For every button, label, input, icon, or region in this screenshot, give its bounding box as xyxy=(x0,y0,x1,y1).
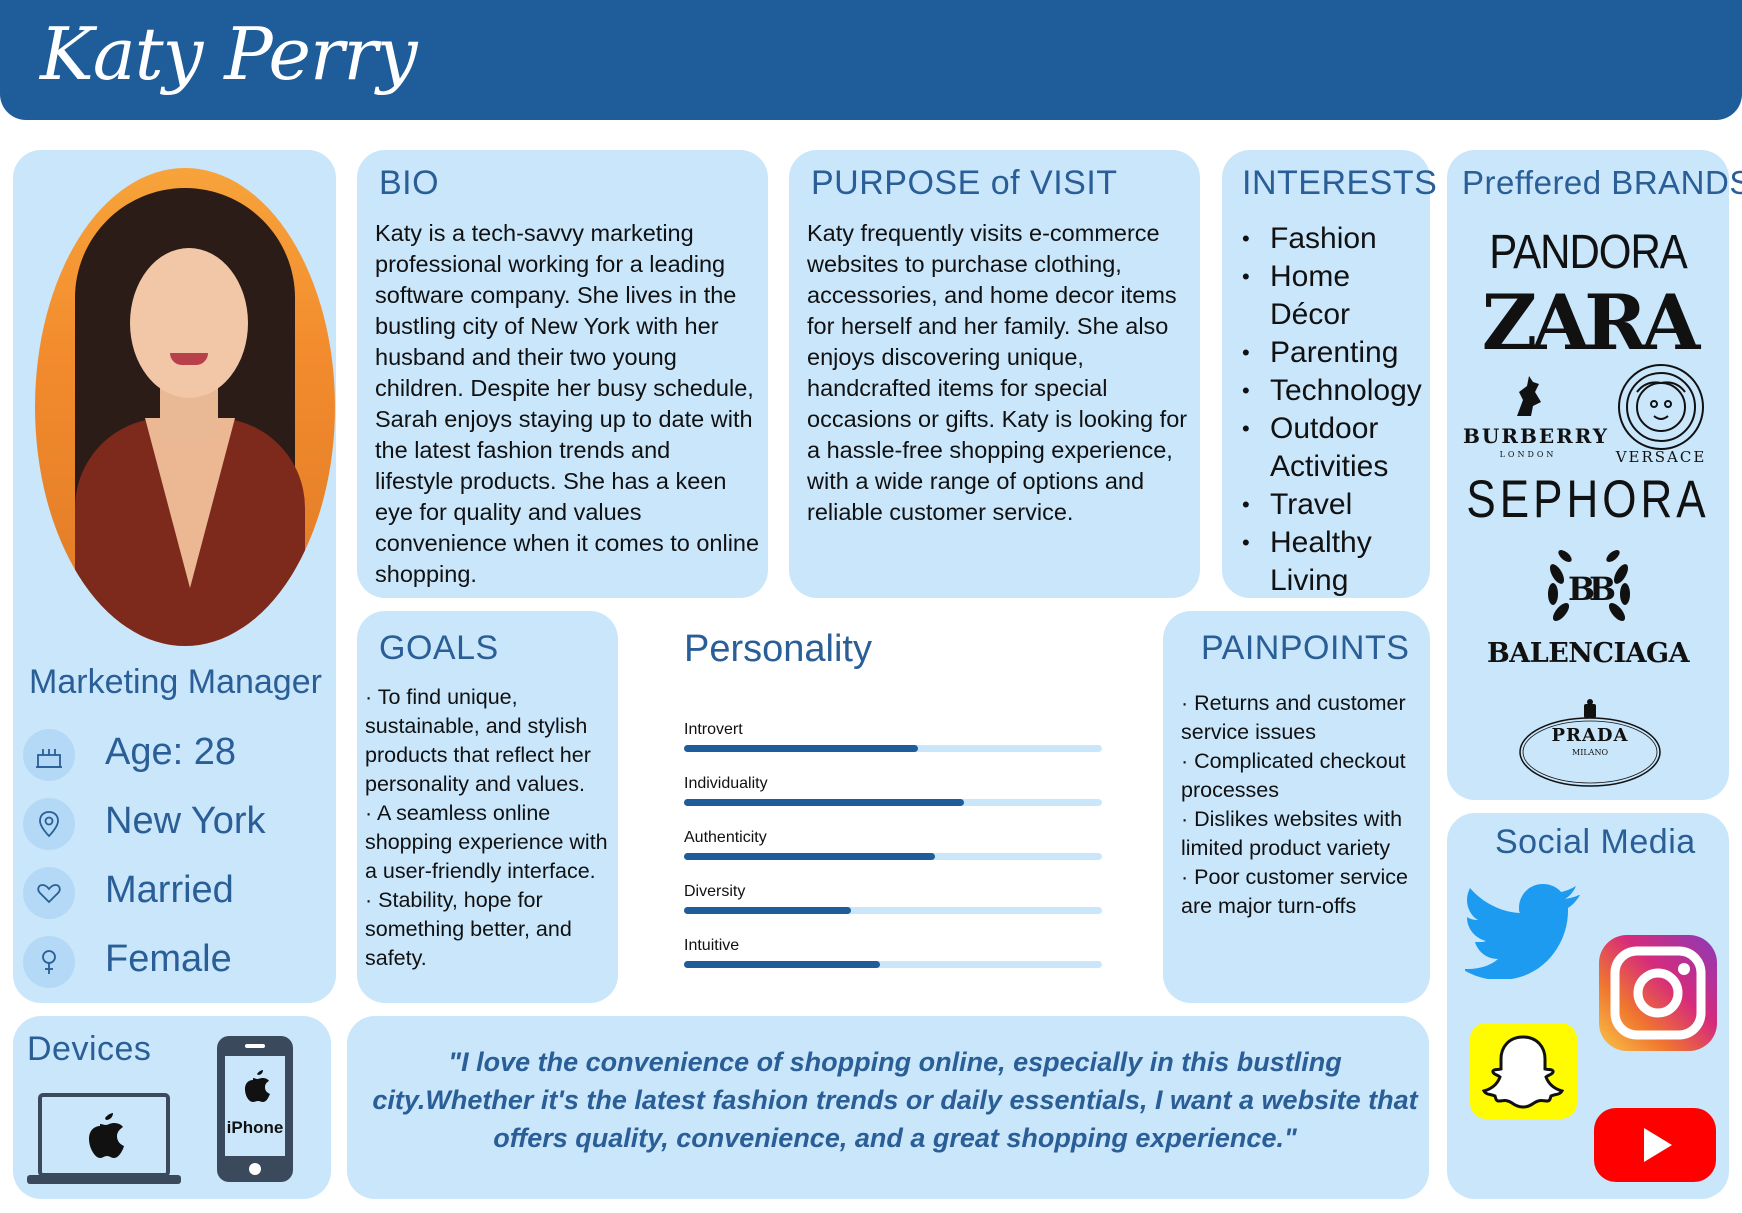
painpoints-title: PAINPOINTS xyxy=(1201,629,1410,667)
persona-role: Marketing Manager xyxy=(29,663,322,701)
personality-title: Personality xyxy=(684,628,872,670)
burberry-london: LONDON xyxy=(1499,450,1557,459)
interest-item: Technology xyxy=(1240,372,1430,410)
social-card: Social Media xyxy=(1447,813,1729,1199)
persona-name: Katy Perry xyxy=(40,12,418,96)
goals-card: GOALS · To find unique, sustainable, and … xyxy=(357,611,618,1003)
header-banner: Katy Perry xyxy=(0,0,1742,120)
trait-track xyxy=(684,799,1102,806)
interest-item: Healthy Living xyxy=(1240,524,1400,600)
trait-label: Diversity xyxy=(684,883,746,900)
youtube-icon[interactable] xyxy=(1594,1108,1716,1182)
snapchat-icon[interactable] xyxy=(1470,1023,1577,1119)
brands-card: Preffered BRANDS PANDORA ZARA BURBERRY L… xyxy=(1447,150,1742,800)
interest-item: Outdoor Activities xyxy=(1240,410,1420,486)
devices-title: Devices xyxy=(27,1030,152,1068)
personality-trait: Diversity xyxy=(684,883,1102,914)
instagram-icon[interactable] xyxy=(1599,935,1717,1051)
age-text: Age: 28 xyxy=(105,731,236,773)
trait-label: Introvert xyxy=(684,721,743,738)
interests-card: INTERESTS Fashion Home Décor Parenting T… xyxy=(1222,150,1437,600)
brands-title: Preffered BRANDS xyxy=(1462,164,1742,201)
personality-trait: Introvert xyxy=(684,721,1102,752)
prada-logo: PRADA xyxy=(1551,725,1629,746)
profile-card: Marketing Manager Age: 28 New York Marri… xyxy=(13,150,336,1003)
trait-track xyxy=(684,961,1102,968)
purpose-title: PURPOSE of VISIT xyxy=(811,164,1118,202)
personality-trait: Intuitive xyxy=(684,937,1102,968)
bio-text: Katy is a tech-savvy marketing profession… xyxy=(375,220,760,587)
bio-title: BIO xyxy=(379,164,440,202)
zara-logo: ZARA xyxy=(1481,278,1701,367)
interests-list: Fashion Home Décor Parenting Technology … xyxy=(1240,220,1430,600)
trait-fill xyxy=(684,799,965,806)
purpose-card: PURPOSE of VISIT Katy frequently visits … xyxy=(789,150,1200,598)
trait-track xyxy=(684,745,1102,752)
marital-text: Married xyxy=(105,869,234,911)
persona-quote: "I love the convenience of shopping onli… xyxy=(372,1047,1418,1153)
trait-label: Authenticity xyxy=(684,829,767,846)
cake-icon xyxy=(23,729,75,781)
sephora-logo: SEPHORA xyxy=(1466,470,1710,529)
trait-label: Intuitive xyxy=(684,937,740,954)
trait-track xyxy=(684,853,1102,860)
goals-title: GOALS xyxy=(379,629,499,667)
social-title: Social Media xyxy=(1495,823,1696,861)
prada-milano: MILANO xyxy=(1572,748,1608,757)
trait-track xyxy=(684,907,1102,914)
pandora-logo: PANDORA xyxy=(1489,224,1688,279)
balenciaga-logo: BALENCIAGA xyxy=(1486,638,1690,669)
interest-item: Parenting xyxy=(1240,334,1430,372)
trait-fill xyxy=(684,853,935,860)
personality-trait: Individuality xyxy=(684,775,1102,806)
location-pin-icon xyxy=(23,798,75,850)
interest-item: Fashion xyxy=(1240,220,1430,258)
goals-text: · To find unique, sustainable, and stylis… xyxy=(365,685,608,970)
twitter-icon[interactable] xyxy=(1462,883,1583,983)
bio-card: BIO Katy is a tech-savvy marketing profes… xyxy=(357,150,768,598)
trait-fill xyxy=(684,745,919,752)
trait-label: Individuality xyxy=(684,775,768,792)
versace-logo: VERSACE xyxy=(1615,448,1707,466)
versace-medusa-icon xyxy=(1616,362,1706,456)
location-text: New York xyxy=(105,800,266,842)
devices-card: Devices iPhone xyxy=(13,1016,331,1199)
interest-item: Travel xyxy=(1240,486,1430,524)
balenciaga-monogram: BB xyxy=(1567,570,1616,608)
painpoints-text: · Returns and customer service issues · Co… xyxy=(1181,691,1409,918)
persona-photo xyxy=(35,168,335,646)
burberry-knight-icon xyxy=(1509,372,1549,424)
purpose-text: Katy frequently visits e-commerce website… xyxy=(807,220,1188,525)
iphone-icon: iPhone xyxy=(215,1034,295,1188)
interests-title: INTERESTS xyxy=(1242,164,1438,202)
heart-icon xyxy=(23,867,75,919)
female-icon xyxy=(23,936,75,988)
burberry-logo: BURBERRY xyxy=(1463,424,1610,448)
painpoints-card: PAINPOINTS · Returns and customer service… xyxy=(1163,611,1430,1003)
trait-fill xyxy=(684,961,881,968)
trait-fill xyxy=(684,907,852,914)
iphone-label: iPhone xyxy=(226,1118,284,1137)
gender-text: Female xyxy=(105,938,232,980)
interest-item: Home Décor xyxy=(1240,258,1430,334)
laptop-icon xyxy=(25,1091,183,1195)
personality-trait: Authenticity xyxy=(684,829,1102,860)
